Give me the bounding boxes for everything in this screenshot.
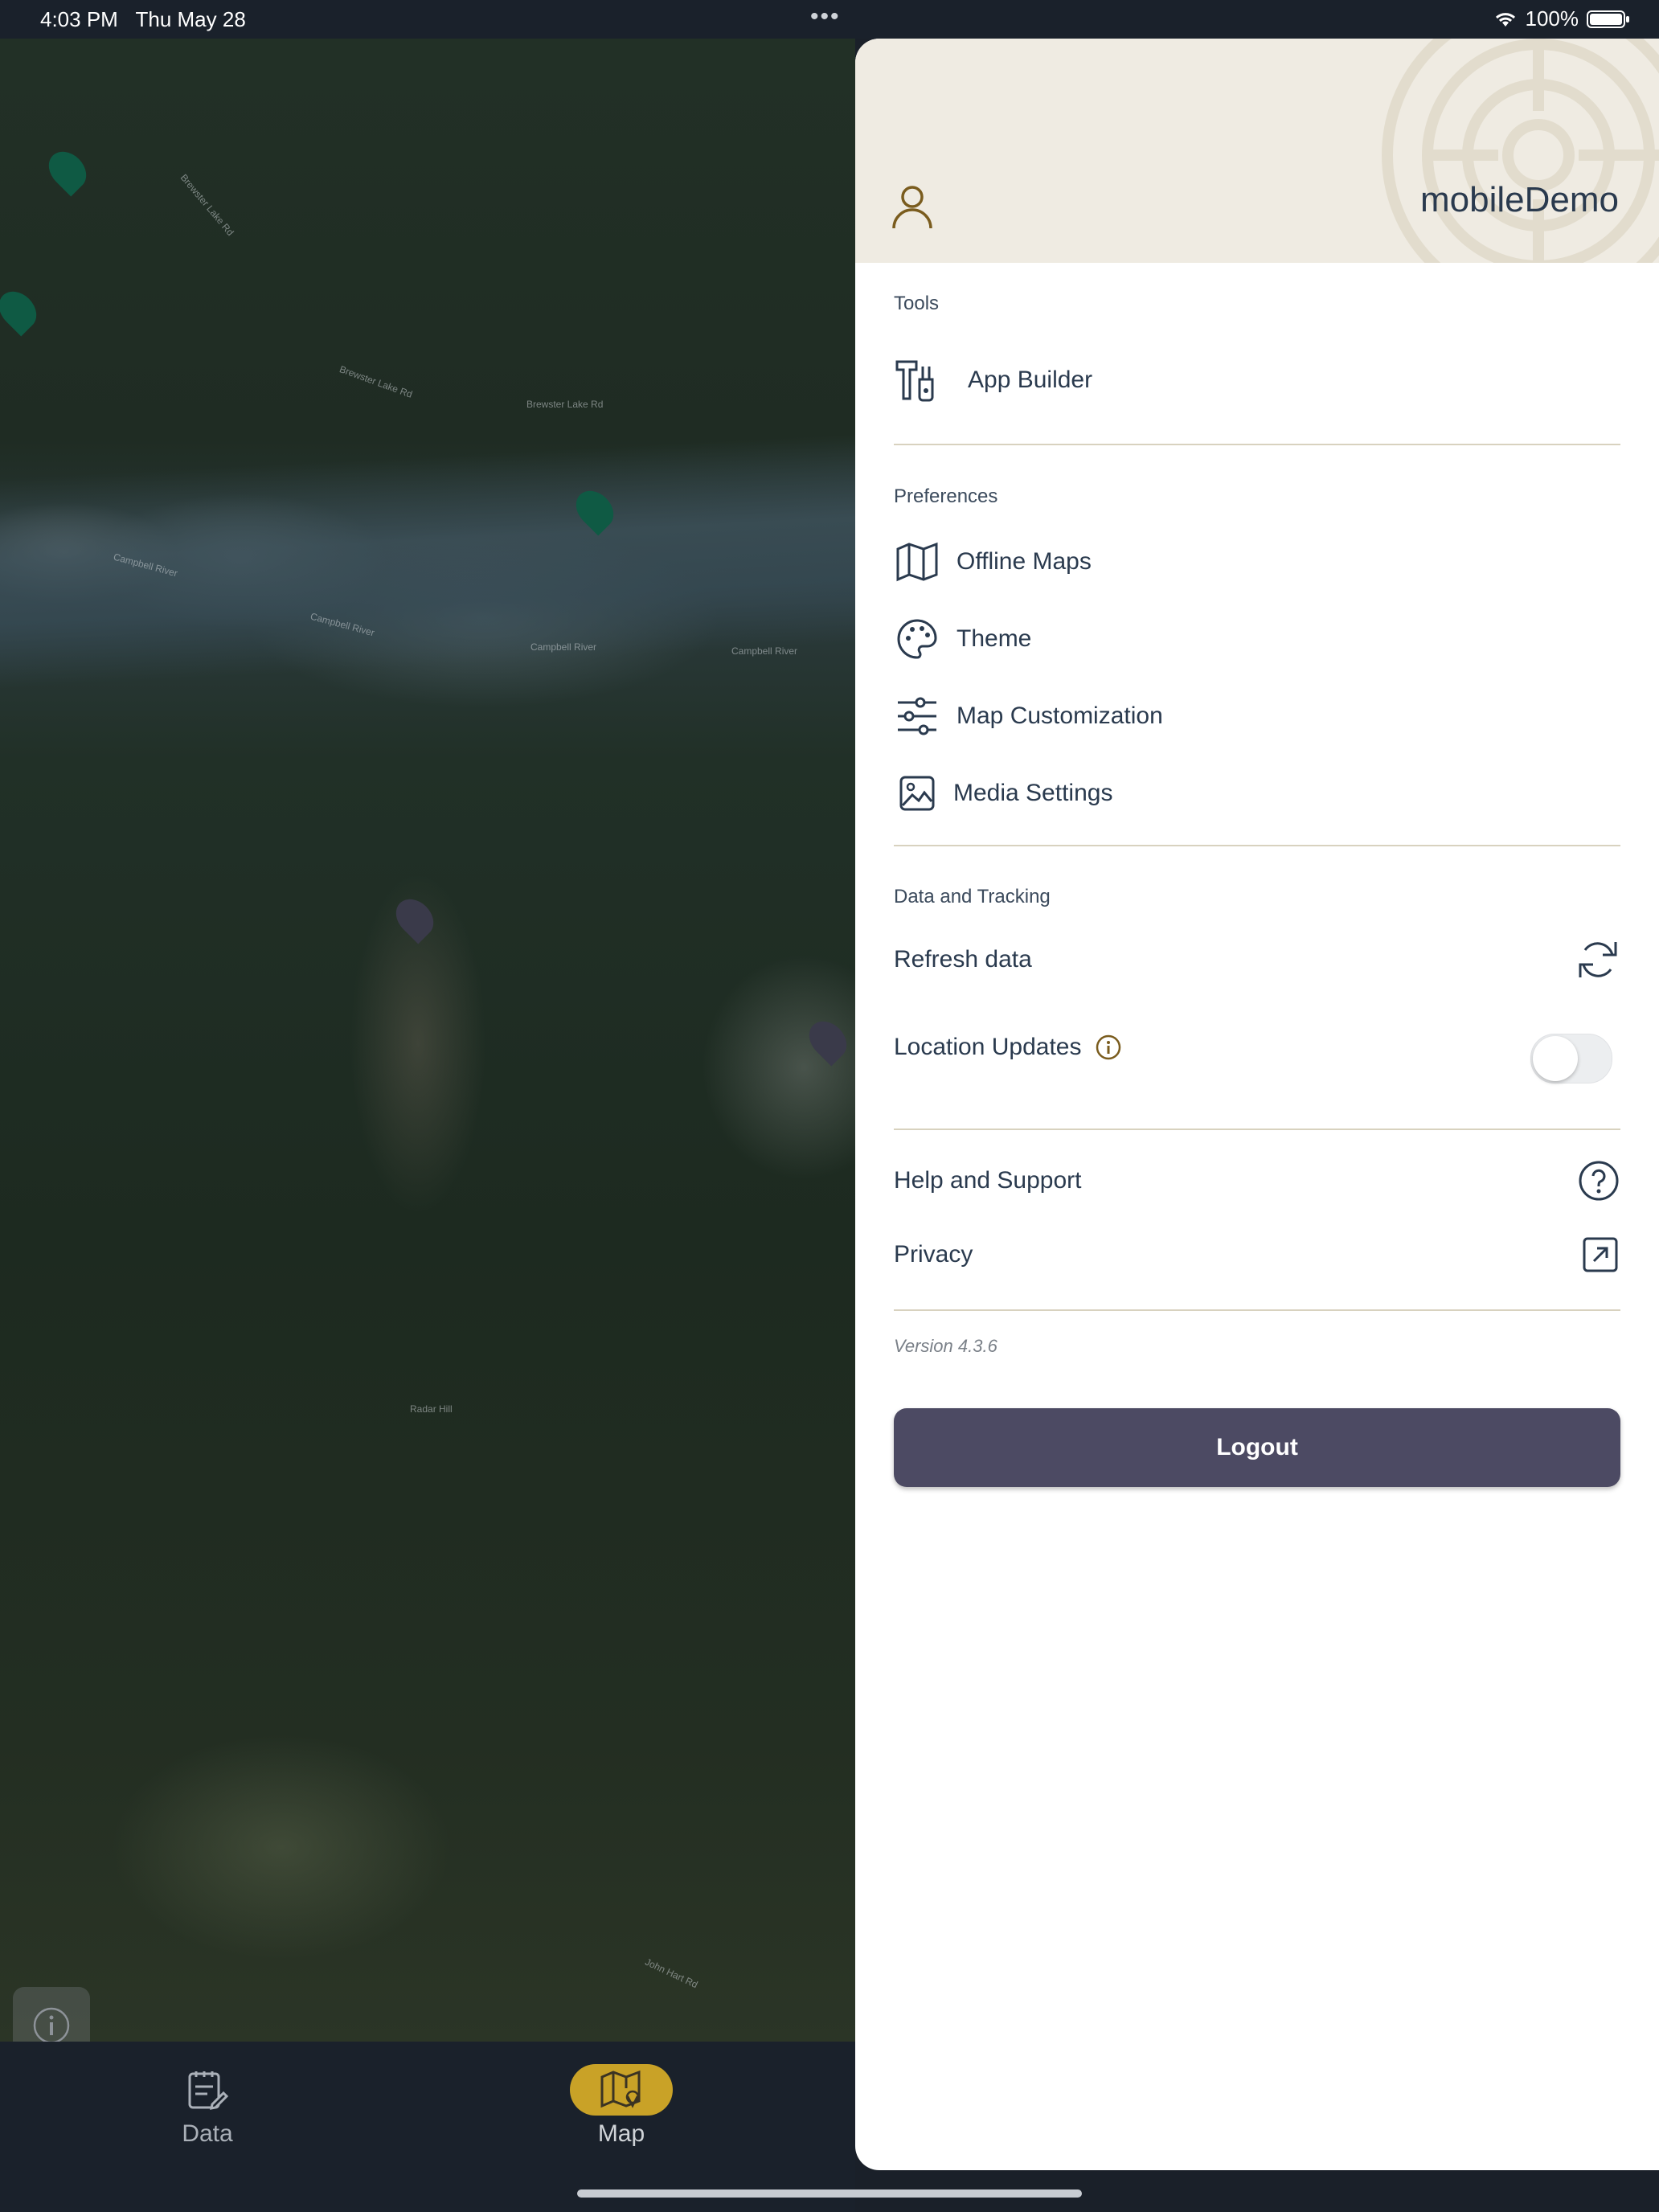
drawer-header: mobileDemo [855, 39, 1659, 263]
menu-item-label: Privacy [894, 1241, 973, 1268]
location-updates-toggle[interactable] [1530, 1034, 1612, 1083]
divider [894, 845, 1620, 846]
map-label: Campbell River [731, 645, 798, 657]
battery-icon [1587, 10, 1629, 28]
status-right: 100% [1493, 6, 1631, 31]
menu-item-label: Media Settings [953, 780, 1113, 806]
multitasking-dots-icon[interactable]: ••• [810, 5, 841, 29]
section-title-preferences: Preferences [894, 485, 998, 507]
external-link-icon [1583, 1237, 1618, 1272]
map-info-button[interactable] [13, 1987, 90, 2042]
menu-item-location-updates: Location Updates [894, 1034, 1620, 1061]
tab-label: Map [597, 2120, 645, 2147]
menu-item-label: Map Customization [956, 703, 1163, 729]
map-label: Brewster Lake Rd [338, 363, 414, 400]
menu-item-label: Offline Maps [956, 548, 1092, 575]
info-icon[interactable] [1095, 1034, 1122, 1061]
help-icon [1579, 1161, 1619, 1201]
logout-button[interactable]: Logout [894, 1408, 1620, 1487]
map-label: Brewster Lake Rd [178, 171, 236, 239]
settings-drawer: mobileDemo Tools App Builder Preferences… [855, 39, 1659, 2170]
status-bar: 4:03 PM Thu May 28 ••• 100% [0, 0, 1659, 39]
map-icon [600, 2070, 641, 2108]
menu-item-theme[interactable]: Theme [894, 616, 1620, 662]
tab-map[interactable]: Map [541, 2064, 702, 2148]
section-title-data-tracking: Data and Tracking [894, 886, 1051, 907]
info-icon [33, 2007, 70, 2042]
divider [894, 1129, 1620, 1130]
tools-icon [894, 357, 940, 403]
refresh-icon[interactable] [1575, 937, 1620, 982]
map-label: Brewster Lake Rd [526, 399, 604, 410]
home-indicator[interactable] [577, 2189, 1082, 2198]
map-pin-icon[interactable] [801, 1014, 854, 1067]
satellite-map[interactable]: Brewster Lake Rd Brewster Lake Rd Brewst… [0, 39, 855, 2042]
menu-item-privacy[interactable]: Privacy [894, 1236, 1620, 1273]
divider [894, 444, 1620, 445]
map-label: Campbell River [530, 641, 597, 653]
map-pin-icon[interactable] [0, 284, 44, 337]
map-icon [894, 539, 940, 585]
tab-bar: Data Map [0, 2042, 855, 2212]
image-icon [894, 770, 940, 817]
tab-data[interactable]: Data [127, 2064, 288, 2148]
section-title-tools: Tools [894, 293, 940, 314]
menu-item-label: Refresh data [894, 946, 1032, 973]
tab-label: Data [182, 2120, 233, 2147]
user-icon[interactable] [891, 183, 934, 231]
menu-item-offline-maps[interactable]: Offline Maps [894, 539, 1620, 585]
tab-icon-wrap [156, 2064, 259, 2116]
tab-icon-wrap [570, 2064, 673, 2116]
divider [894, 1309, 1620, 1311]
menu-item-map-customization[interactable]: Map Customization [894, 693, 1620, 739]
wifi-icon [1495, 12, 1515, 27]
map-label: Radar Hill [410, 1403, 453, 1415]
menu-item-label: Help and Support [894, 1167, 1082, 1194]
map-pin-icon[interactable] [41, 144, 94, 197]
palette-icon [894, 616, 940, 662]
menu-item-help-support[interactable]: Help and Support [894, 1159, 1620, 1202]
toggle-knob [1533, 1036, 1578, 1081]
menu-item-media-settings[interactable]: Media Settings [894, 770, 1620, 817]
status-time: 4:03 PM Thu May 28 [40, 7, 246, 31]
map-pin-icon[interactable] [388, 891, 441, 944]
decorative-pattern-icon [1382, 39, 1659, 263]
data-icon [188, 2071, 229, 2110]
menu-item-app-builder[interactable]: App Builder [894, 357, 1620, 403]
app-version: Version 4.3.6 [894, 1336, 997, 1356]
sliders-icon [894, 693, 940, 739]
menu-item-refresh-data[interactable]: Refresh data [894, 937, 1620, 982]
username: mobileDemo [1420, 180, 1619, 219]
menu-item-label: App Builder [968, 367, 1093, 393]
menu-item-label: Theme [956, 625, 1032, 652]
menu-item-label: Location Updates [894, 1034, 1082, 1060]
battery-percent: 100% [1525, 6, 1579, 31]
map-label: John Hart Rd [643, 1956, 700, 1991]
